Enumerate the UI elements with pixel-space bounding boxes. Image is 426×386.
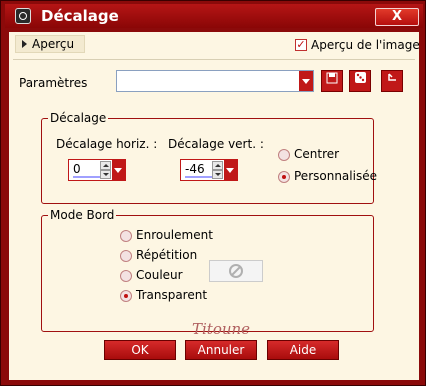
preview-toggle-button[interactable]: Aperçu	[15, 35, 85, 53]
dialog-body: Aperçu ✓ Aperçu de l'image Paramètres Dé…	[9, 32, 420, 380]
preview-checkbox-label: Aperçu de l'image	[311, 38, 420, 52]
cancel-button[interactable]: Annuler	[185, 340, 257, 360]
params-label: Paramètres	[19, 76, 88, 90]
radio-custom[interactable]	[278, 171, 290, 183]
value-underline	[185, 176, 215, 178]
preset-dropdown[interactable]	[116, 70, 314, 92]
horiz-offset-value[interactable]: 0	[73, 162, 81, 176]
color-swatch[interactable]	[209, 260, 263, 282]
chevron-down-icon[interactable]	[224, 160, 237, 180]
title-bar[interactable]: Décalage X	[5, 4, 423, 28]
save-icon	[326, 72, 338, 88]
edge-mode-group-title: Mode Bord	[48, 208, 117, 222]
radio-wrap[interactable]	[120, 230, 132, 242]
ok-button[interactable]: OK	[104, 340, 176, 360]
radio-custom-label: Personnalisée	[294, 169, 377, 183]
vert-offset-stepper[interactable]: -46	[180, 159, 238, 181]
signature-watermark: Titoune	[192, 320, 251, 338]
decrement-icon[interactable]	[100, 170, 111, 179]
window-title: Décalage	[41, 7, 119, 25]
dice-icon	[354, 72, 367, 88]
chevron-down-icon[interactable]	[299, 71, 313, 91]
close-button[interactable]: X	[375, 8, 419, 26]
reset-icon	[386, 73, 399, 88]
help-button[interactable]: Aide	[267, 340, 339, 360]
radio-wrap-label: Enroulement	[136, 228, 213, 242]
chevron-down-icon[interactable]	[112, 160, 125, 180]
randomize-button[interactable]	[349, 70, 371, 92]
edge-mode-group: Mode Bord Enroulement Répétition Couleur…	[41, 208, 374, 332]
preview-checkbox[interactable]: ✓	[295, 39, 307, 51]
offset-group-title: Décalage	[48, 111, 109, 125]
dialog-window: Décalage X Aperçu ✓ Aperçu de l'image Pa…	[0, 0, 426, 386]
stepper-buttons	[100, 161, 111, 179]
value-underline	[73, 176, 103, 178]
radio-center[interactable]	[278, 149, 290, 161]
horiz-offset-label: Décalage horiz. :	[56, 137, 158, 151]
radio-repeat-label: Répétition	[136, 248, 198, 262]
vert-offset-value[interactable]: -46	[185, 162, 205, 176]
app-icon	[15, 8, 31, 24]
radio-transparent[interactable]	[120, 290, 132, 302]
increment-icon[interactable]	[100, 161, 111, 170]
radio-color-label: Couleur	[136, 268, 183, 282]
radio-repeat[interactable]	[120, 250, 132, 262]
radio-transparent-label: Transparent	[136, 288, 208, 302]
stepper-buttons	[212, 161, 223, 179]
vert-offset-label: Décalage vert. :	[168, 137, 264, 151]
increment-icon[interactable]	[212, 161, 223, 170]
divider	[13, 59, 415, 60]
offset-group: Décalage Décalage horiz. : 0 Décalage ve…	[41, 111, 377, 204]
save-preset-button[interactable]	[321, 70, 343, 92]
reset-button[interactable]	[381, 70, 403, 92]
radio-color[interactable]	[120, 270, 132, 282]
horiz-offset-stepper[interactable]: 0	[68, 159, 126, 181]
decrement-icon[interactable]	[212, 170, 223, 179]
expand-arrow-icon	[22, 40, 27, 48]
no-color-icon	[229, 264, 243, 278]
preview-toggle-label: Aperçu	[32, 37, 75, 51]
radio-center-label: Centrer	[294, 147, 340, 161]
